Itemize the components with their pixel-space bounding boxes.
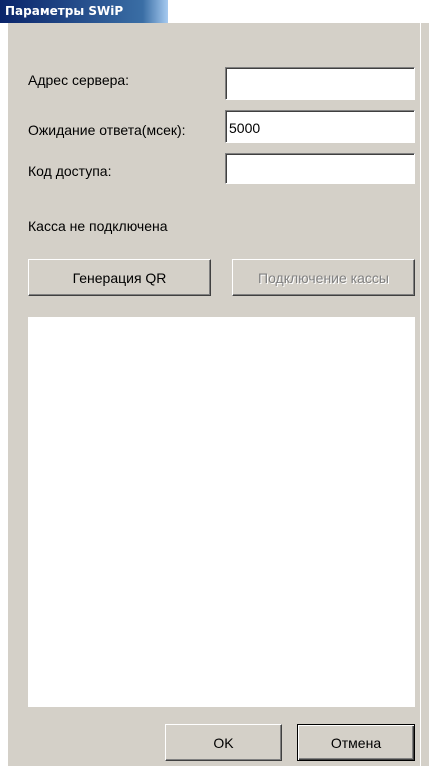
generate-qr-button[interactable]: Генерация QR	[28, 259, 211, 296]
title-bar[interactable]: Параметры SWiP	[0, 0, 168, 23]
dialog-border-right	[420, 23, 429, 778]
ok-button[interactable]: OK	[165, 724, 282, 761]
access-code-label: Код доступа:	[28, 163, 112, 179]
register-status-text: Касса не подключена	[28, 218, 168, 234]
qr-code-panel	[28, 317, 415, 707]
settings-dialog: Параметры SWiP Адрес сервера: Ожидание о…	[0, 0, 429, 778]
cancel-button[interactable]: Отмена	[297, 724, 415, 761]
timeout-input[interactable]	[225, 110, 415, 143]
timeout-label: Ожидание ответа(мсек):	[28, 122, 186, 138]
window-title: Параметры SWiP	[5, 4, 124, 18]
connect-register-button[interactable]: Подключение кассы	[232, 259, 415, 296]
server-address-input[interactable]	[225, 67, 415, 100]
access-code-input[interactable]	[225, 153, 415, 184]
dialog-border-bottom	[0, 766, 429, 778]
server-address-label: Адрес сервера:	[28, 72, 130, 88]
